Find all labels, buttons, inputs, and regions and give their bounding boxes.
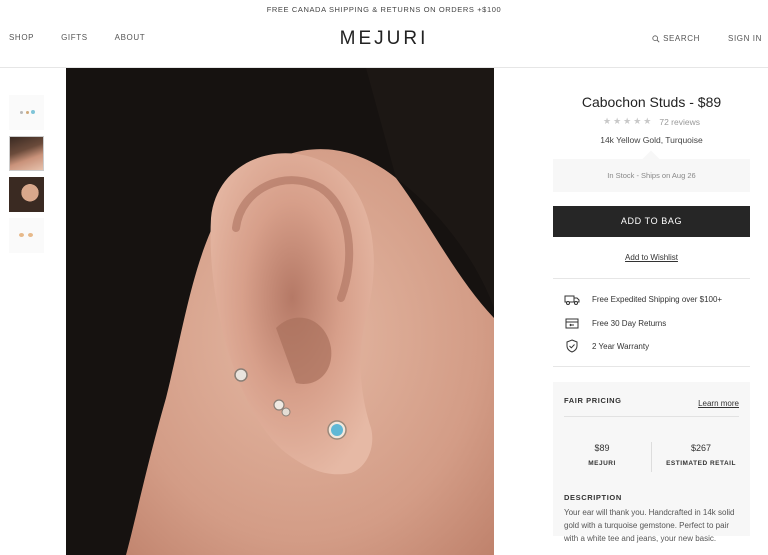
thumbnail-model[interactable] [9, 177, 44, 212]
product-variant: 14k Yellow Gold, Turquoise [600, 135, 703, 145]
mejuri-price: $89 [594, 443, 610, 453]
stock-status: In Stock - Ships on Aug 26 [553, 159, 750, 192]
retail-price: $267 [690, 443, 712, 453]
perk-warranty-label: 2 Year Warranty [592, 341, 650, 351]
add-to-bag-button[interactable]: ADD TO BAG [553, 206, 750, 237]
divider [553, 366, 750, 367]
thumbnail-product-gold[interactable] [9, 218, 44, 253]
product-hero-image [66, 68, 494, 555]
add-to-wishlist-link[interactable]: Add to Wishlist [553, 253, 750, 262]
nav-actions: SEARCH SIGN IN [652, 34, 762, 43]
perk-shipping-label: Free Expedited Shipping over $100+ [592, 294, 723, 304]
search-label: SEARCH [663, 34, 701, 43]
product-title: Cabochon Studs - $89 [581, 94, 722, 110]
perk-returns-label: Free 30 Day Returns [592, 318, 667, 328]
retail-price-label: ESTIMATED RETAIL [666, 460, 736, 467]
fair-pricing-title: FAIR PRICING [564, 396, 622, 405]
search-button[interactable]: SEARCH [652, 34, 700, 43]
delivery-van-icon [564, 295, 580, 305]
product-rating[interactable]: ★★★★★ 72 reviews [553, 116, 750, 127]
divider [553, 278, 750, 279]
perk-returns: Free 30 Day Returns [564, 316, 666, 330]
search-icon [652, 34, 660, 42]
divider [564, 416, 739, 417]
thumbnail-product-studs[interactable] [9, 95, 44, 130]
description-text: Your ear will thank you. Handcrafted in … [564, 508, 735, 543]
perk-warranty: 2 Year Warranty [564, 339, 649, 353]
learn-more-link[interactable]: Learn more [698, 399, 739, 408]
sign-in-link[interactable]: SIGN IN [728, 34, 762, 43]
description-title: DESCRIPTION [564, 493, 622, 502]
mejuri-price-column: $89 MEJURI [553, 443, 651, 467]
return-box-icon [565, 318, 579, 329]
reviews-count[interactable]: 72 reviews [659, 117, 700, 127]
shield-check-icon [566, 339, 578, 353]
star-rating-icon: ★★★★★ [603, 116, 654, 126]
promo-banner: FREE CANADA SHIPPING & RETURNS ON ORDERS… [266, 5, 502, 14]
thumbnail-ear-closeup[interactable] [9, 136, 44, 171]
perk-shipping: Free Expedited Shipping over $100+ [564, 292, 722, 306]
thumbnail-gallery [9, 95, 45, 259]
top-nav: SHOP GIFTS ABOUT MEJURI SEARCH SIGN IN [0, 20, 768, 68]
retail-price-column: $267 ESTIMATED RETAIL [652, 443, 750, 467]
mejuri-price-label: MEJURI [588, 460, 616, 467]
